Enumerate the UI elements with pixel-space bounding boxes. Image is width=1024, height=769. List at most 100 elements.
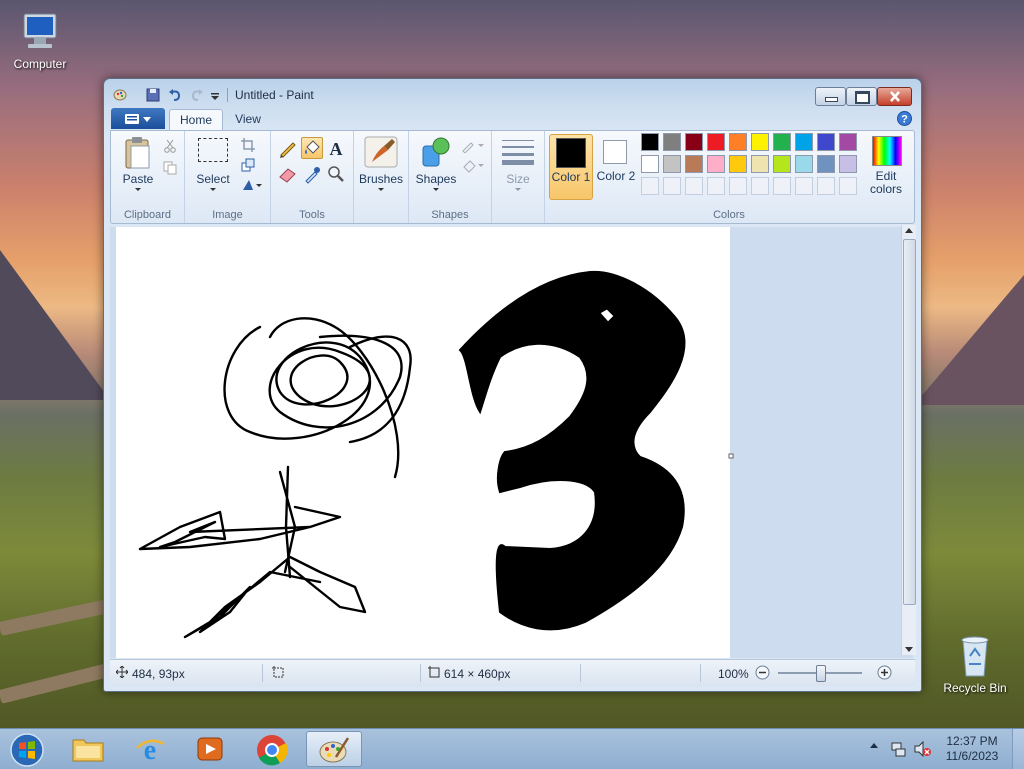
- minimize-button[interactable]: [815, 87, 846, 106]
- palette-swatch[interactable]: [729, 133, 747, 151]
- brush-icon: [364, 136, 398, 168]
- paint-menu-button[interactable]: [111, 108, 165, 129]
- palette-swatch[interactable]: [795, 155, 813, 173]
- zoom-in-button[interactable]: [877, 665, 892, 680]
- tab-home[interactable]: Home: [169, 109, 223, 131]
- text-tool[interactable]: A: [325, 137, 347, 159]
- color-picker-tool[interactable]: [301, 163, 323, 185]
- drawing-canvas[interactable]: [110, 227, 913, 658]
- palette-swatch[interactable]: [641, 155, 659, 173]
- palette-swatch[interactable]: [729, 155, 747, 173]
- copy-icon[interactable]: [163, 161, 177, 175]
- ribbon-tabs: Home View ?: [110, 108, 915, 131]
- zoom-out-button[interactable]: [755, 665, 770, 680]
- start-button[interactable]: [4, 731, 50, 767]
- palette-swatch[interactable]: [751, 155, 769, 173]
- palette-swatch[interactable]: [773, 133, 791, 151]
- scroll-thumb[interactable]: [903, 239, 916, 605]
- palette-swatch[interactable]: [817, 155, 835, 173]
- taskbar-media-player[interactable]: [182, 731, 238, 767]
- palette-swatch[interactable]: [707, 155, 725, 173]
- taskbar-paint[interactable]: [306, 731, 362, 767]
- clipboard-group-label: Clipboard: [123, 209, 172, 221]
- paste-button[interactable]: Paste: [119, 136, 157, 198]
- color1-button[interactable]: Color 1: [549, 134, 593, 200]
- shapes-icon: [422, 137, 450, 167]
- palette-swatch[interactable]: [685, 133, 703, 151]
- color2-button[interactable]: Color 2: [595, 134, 637, 198]
- resize-icon[interactable]: [241, 158, 255, 172]
- clipboard-group: Paste Clipboard: [111, 131, 185, 223]
- palette-swatch[interactable]: [817, 133, 835, 151]
- scroll-up-arrow-icon[interactable]: [905, 228, 913, 233]
- maximize-button[interactable]: [846, 87, 877, 106]
- network-icon[interactable]: [890, 741, 906, 757]
- eraser-tool[interactable]: [277, 163, 299, 185]
- size-button[interactable]: Size: [496, 136, 540, 198]
- title-bar[interactable]: Untitled - Paint: [104, 79, 921, 109]
- palette-swatch[interactable]: [663, 133, 681, 151]
- palette-swatch[interactable]: [839, 133, 857, 151]
- svg-text:A: A: [330, 139, 343, 159]
- paste-label: Paste: [122, 172, 154, 186]
- tab-view[interactable]: View: [227, 109, 269, 130]
- mountain-left: [0, 250, 110, 400]
- volume-muted-icon[interactable]: [914, 741, 932, 757]
- taskbar-internet-explorer[interactable]: e: [122, 731, 178, 767]
- magnifier-tool[interactable]: [325, 163, 347, 185]
- image-size: 614 × 460px: [444, 667, 511, 681]
- image-group: Select Image: [185, 131, 271, 223]
- system-clock[interactable]: 12:37 PM 11/6/2023: [940, 734, 1004, 764]
- fill-icon[interactable]: [461, 159, 485, 173]
- save-icon[interactable]: [146, 88, 160, 102]
- outline-icon[interactable]: [461, 139, 485, 153]
- close-button[interactable]: [877, 87, 912, 106]
- pencil-icon: [280, 142, 296, 158]
- palette-swatch[interactable]: [663, 155, 681, 173]
- desktop-icon-recycle-bin[interactable]: Recycle Bin: [935, 632, 1015, 695]
- status-separator: [420, 664, 421, 682]
- palette-empty-slot: [685, 177, 703, 195]
- palette-swatch[interactable]: [707, 133, 725, 151]
- color1-swatch: [556, 138, 586, 168]
- taskbar-chrome[interactable]: [244, 731, 300, 767]
- zoom-slider-thumb[interactable]: [816, 665, 826, 682]
- crop-icon[interactable]: [241, 138, 255, 152]
- redo-icon[interactable]: [190, 88, 204, 102]
- pencil-tool[interactable]: [277, 137, 299, 159]
- palette-swatch[interactable]: [685, 155, 703, 173]
- rotate-icon[interactable]: [241, 178, 263, 192]
- edit-colors-button[interactable]: Edit colors: [865, 134, 907, 198]
- palette-swatch[interactable]: [641, 133, 659, 151]
- clock-time: 12:37 PM: [946, 734, 998, 748]
- help-icon[interactable]: ?: [897, 111, 912, 126]
- chrome-icon: [257, 735, 288, 766]
- status-separator: [580, 664, 581, 682]
- taskbar: e 12:37 PM 11/6/2023: [0, 728, 1024, 769]
- customize-toolbar-icon[interactable]: [210, 88, 220, 102]
- palette-swatch[interactable]: [795, 133, 813, 151]
- desktop-icon-computer[interactable]: Computer: [0, 10, 80, 71]
- shapes-button[interactable]: Shapes: [413, 136, 459, 198]
- clock-date: 11/6/2023: [945, 749, 999, 763]
- undo-icon[interactable]: [168, 88, 182, 102]
- canvas-resize-handle[interactable]: [728, 453, 734, 459]
- paint-app-icon[interactable]: [113, 88, 127, 102]
- palette-swatch[interactable]: [751, 133, 769, 151]
- show-hidden-icons-button[interactable]: [870, 743, 878, 748]
- palette-swatch[interactable]: [773, 155, 791, 173]
- fill-tool[interactable]: [301, 137, 323, 159]
- windows-logo-icon: [10, 733, 44, 767]
- minimize-icon: [825, 97, 838, 102]
- size-label: Size: [506, 172, 530, 186]
- chevron-down-icon: [210, 188, 216, 191]
- select-button[interactable]: Select: [191, 136, 235, 198]
- show-desktop-button[interactable]: [1012, 729, 1024, 769]
- palette-swatch[interactable]: [839, 155, 857, 173]
- cut-icon[interactable]: [163, 139, 177, 153]
- brushes-button[interactable]: Brushes: [358, 136, 404, 198]
- taskbar-file-explorer[interactable]: [60, 731, 116, 767]
- scroll-down-arrow-icon[interactable]: [905, 647, 913, 652]
- vertical-scrollbar[interactable]: [901, 225, 916, 655]
- status-bar: 484, 93px 614 × 460px 100%: [110, 659, 915, 686]
